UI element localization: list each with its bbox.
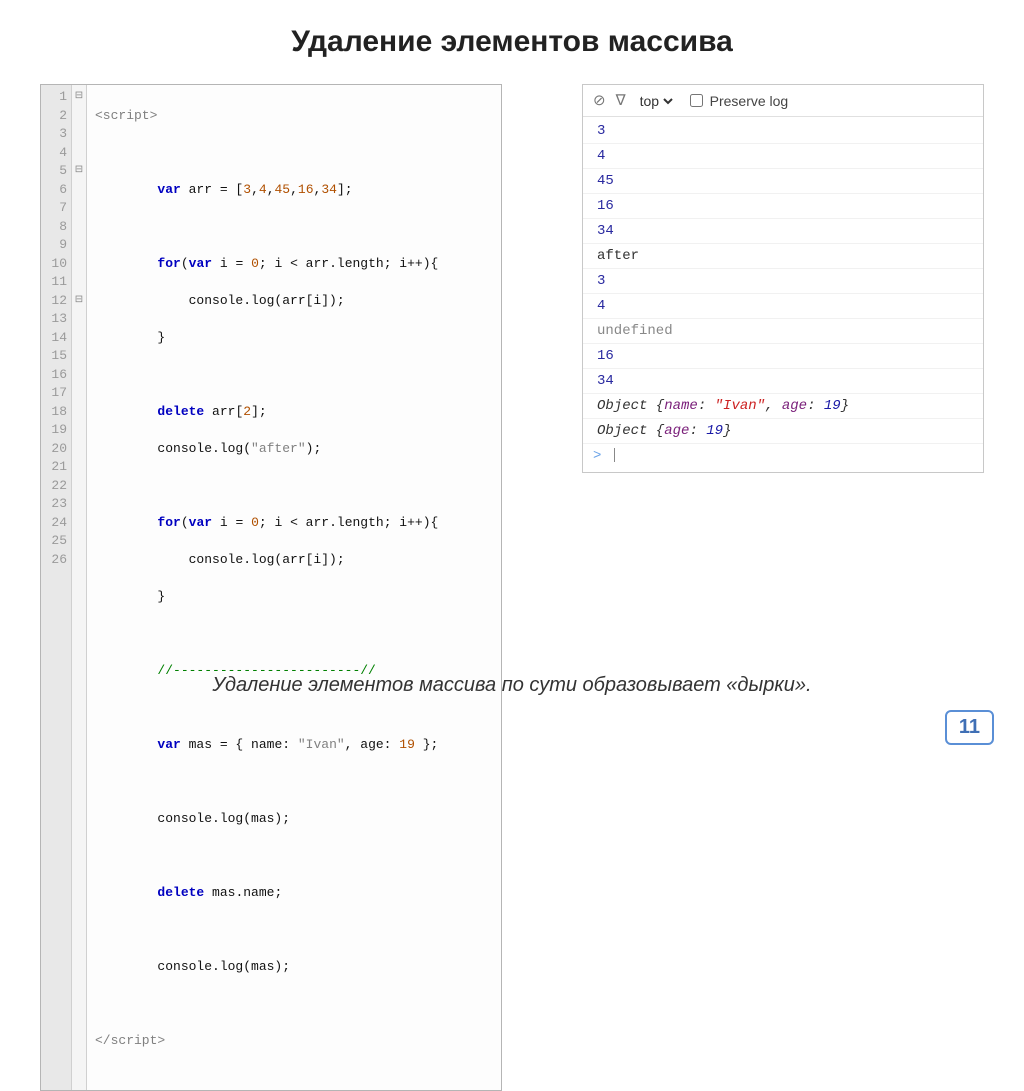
console-row: 45 (583, 169, 983, 194)
context-selector[interactable]: top (636, 92, 676, 110)
console-toolbar: ⊘ ∇ top Preserve log (583, 85, 983, 117)
console-row: Object {age: 19} (583, 419, 983, 444)
console-row: 34 (583, 219, 983, 244)
console-row: 4 (583, 144, 983, 169)
line-number-gutter: 1234567891011121314151617181920212223242… (41, 85, 72, 1090)
devtools-console: ⊘ ∇ top Preserve log 34451634after34unde… (582, 84, 984, 473)
console-row: 16 (583, 194, 983, 219)
preserve-log-toggle[interactable]: Preserve log (686, 91, 789, 110)
page-number: 11 (945, 710, 994, 745)
slide-caption: Удаление элементов массива по сути образ… (0, 674, 1024, 697)
console-row: 34 (583, 369, 983, 394)
preserve-log-label: Preserve log (710, 93, 789, 109)
console-prompt[interactable]: > (583, 444, 983, 468)
console-row: Object {name: "Ivan", age: 19} (583, 394, 983, 419)
console-row: undefined (583, 319, 983, 344)
code-editor: 1234567891011121314151617181920212223242… (40, 84, 502, 1091)
console-row: 3 (583, 269, 983, 294)
preserve-log-checkbox[interactable] (690, 94, 703, 107)
console-row: 16 (583, 344, 983, 369)
filter-icon[interactable]: ∇ (616, 93, 626, 108)
clear-console-icon[interactable]: ⊘ (593, 93, 606, 108)
console-row: after (583, 244, 983, 269)
console-output: 34451634after34undefined1634Object {name… (583, 117, 983, 472)
code-content: <script> var arr = [3,4,45,16,34]; for(v… (87, 85, 446, 1090)
page-title: Удаление элементов массива (40, 25, 984, 59)
console-row: 4 (583, 294, 983, 319)
console-row: 3 (583, 119, 983, 144)
fold-column: ⊟⊟⊟ (72, 85, 87, 1090)
